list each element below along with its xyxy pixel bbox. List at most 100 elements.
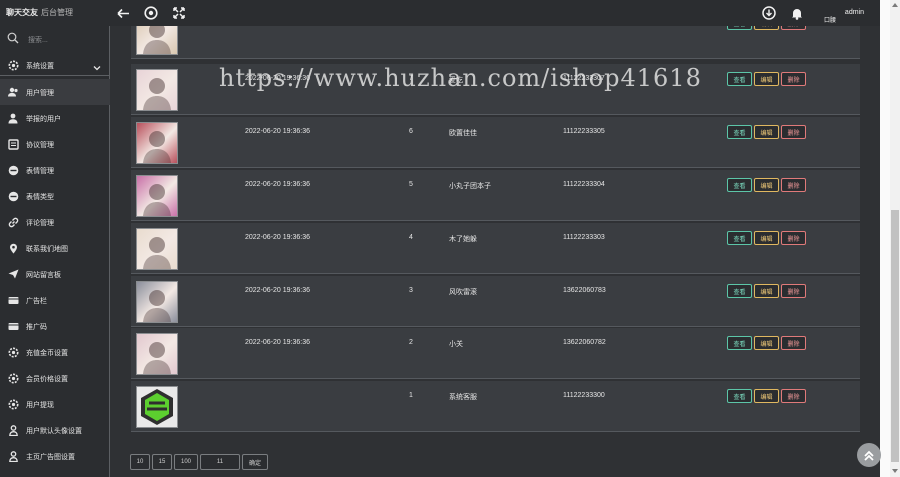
edit-button[interactable]: 编辑 — [754, 72, 779, 86]
user-phone: 13622060782 — [563, 339, 606, 346]
scroll-down-icon[interactable] — [892, 469, 898, 473]
sidebar-item-7[interactable]: 联系我们地图 — [0, 235, 110, 261]
sidebar-item-12[interactable]: 会员价格设置 — [0, 365, 110, 391]
gear-icon — [7, 398, 19, 410]
sidebar-item-14[interactable]: 用户默认头像设置 — [0, 417, 110, 443]
chevron-down-icon — [93, 59, 101, 77]
page-size-100[interactable]: 100 — [174, 454, 198, 470]
edit-button[interactable]: 编辑 — [754, 231, 779, 245]
sidebar-item-15[interactable]: 主页广告图设置 — [0, 443, 110, 469]
gear-icon — [7, 59, 19, 71]
sidebar-item-10[interactable]: 推广码 — [0, 313, 110, 339]
table-row: 1 系统客服 11122233300 查看 编辑 删除 — [131, 381, 860, 432]
avatar[interactable] — [136, 26, 178, 55]
page-size-10[interactable]: 10 — [130, 454, 150, 470]
view-button[interactable]: 查看 — [727, 231, 752, 245]
sidebar-item-label: 网站留言板 — [26, 272, 61, 279]
brand: 聊天交友 后台管理 — [6, 7, 73, 18]
sidebar-item-3[interactable]: 协议管理 — [0, 131, 110, 157]
table-row: 2022-06-20 19:36:36 2 小关 13622060782 查看 编辑 删除 — [131, 328, 860, 379]
view-button[interactable]: 查看 — [727, 336, 752, 350]
page-input[interactable]: 11 — [200, 454, 240, 470]
edit-button[interactable]: 编辑 — [754, 284, 779, 298]
brand-title: 聊天交友 — [6, 8, 38, 17]
sidebar-search[interactable]: 搜索... — [0, 26, 110, 51]
sidebar-item-label: 表情类型 — [26, 194, 54, 201]
delete-button[interactable]: 删除 — [781, 26, 806, 30]
sidebar-item-2[interactable]: 举报的用户 — [0, 105, 110, 131]
delete-button[interactable]: 删除 — [781, 125, 806, 139]
avatar[interactable] — [136, 69, 178, 111]
back-icon[interactable] — [114, 4, 132, 22]
download-icon[interactable] — [760, 4, 778, 22]
sidebar-item-5[interactable]: 表情类型 — [0, 183, 110, 209]
smile-icon — [7, 164, 19, 176]
delete-button[interactable]: 删除 — [781, 231, 806, 245]
back-to-top-button[interactable] — [857, 443, 881, 467]
delete-button[interactable]: 删除 — [781, 389, 806, 403]
sidebar-item-6[interactable]: 评论管理 — [0, 209, 110, 235]
user-phone: 11122233303 — [563, 234, 605, 241]
sidebar-item-13[interactable]: 用户提现 — [0, 391, 110, 417]
sidebar: 搜索... 系统设置 用户管理举报的用户协议管理 表情管理表情类型评论管理 联系我们… — [0, 26, 110, 477]
avatar-label[interactable]: 口腰 — [824, 15, 836, 24]
table-row: 2022-06-20 19:36:36 4 木了她躲 11122233303 查看 编辑删… — [131, 223, 860, 274]
view-button[interactable]: 查看 — [727, 284, 752, 298]
edit-button[interactable]: 编辑 — [754, 336, 779, 350]
avatar[interactable] — [136, 386, 178, 428]
sidebar-item-4[interactable]: 表情管理 — [0, 157, 110, 183]
sidebar-item-9[interactable]: 广告栏 — [0, 287, 110, 313]
sidebar-item-8[interactable]: 网站留言板 — [0, 261, 110, 287]
go-button[interactable]: 确定 — [242, 454, 268, 470]
admin-user[interactable]: admin — [845, 9, 864, 16]
view-button[interactable]: 查看 — [727, 72, 752, 86]
user-id: 5 — [409, 181, 413, 188]
fullscreen-icon[interactable] — [170, 4, 188, 22]
gear-icon — [7, 372, 19, 384]
user-nickname: 风吹雷滚 — [449, 289, 477, 296]
view-button[interactable]: 查看 — [727, 125, 752, 139]
sidebar-item-label: 举报的用户 — [26, 116, 61, 123]
sidebar-item-11[interactable]: 充值金币设置 — [0, 339, 110, 365]
avatar[interactable] — [136, 122, 178, 164]
user-phone: 11122233305 — [563, 128, 605, 135]
view-button[interactable]: 查看 — [727, 389, 752, 403]
avatar[interactable] — [136, 333, 178, 375]
page-size-15[interactable]: 15 — [152, 454, 172, 470]
avatar[interactable] — [136, 281, 178, 323]
brand-subtitle: 后台管理 — [41, 8, 73, 17]
user-id: 6 — [409, 128, 413, 135]
avatar[interactable] — [136, 228, 178, 270]
refresh-icon[interactable] — [142, 4, 160, 22]
document-icon — [7, 138, 19, 150]
search-icon — [7, 32, 19, 44]
edit-button[interactable]: 编辑 — [754, 26, 779, 30]
sidebar-item-label: 充值金币设置 — [26, 350, 68, 357]
users-icon — [7, 86, 19, 98]
map-pin-icon — [7, 242, 19, 254]
scroll-up-icon[interactable] — [892, 3, 898, 7]
view-button[interactable]: 查看 — [727, 178, 752, 192]
delete-button[interactable]: 删除 — [781, 284, 806, 298]
edit-button[interactable]: 编辑 — [754, 125, 779, 139]
user-id: 1 — [409, 392, 413, 399]
edit-button[interactable]: 编辑 — [754, 389, 779, 403]
edit-button[interactable]: 编辑 — [754, 178, 779, 192]
delete-button[interactable]: 删除 — [781, 72, 806, 86]
scrollbar[interactable] — [890, 0, 900, 477]
sidebar-item-label: 用户管理 — [26, 90, 54, 97]
sidebar-item-1[interactable]: 用户管理 — [0, 79, 110, 105]
delete-button[interactable]: 删除 — [781, 336, 806, 350]
user-nickname: 小丸子团本子 — [449, 183, 491, 190]
user-report-icon — [7, 112, 19, 124]
send-icon — [7, 268, 19, 280]
view-button[interactable]: 查看 — [727, 26, 752, 30]
system-settings-label: 系统设置 — [26, 63, 54, 70]
created-date: 2022-06-20 19:36:36 — [245, 181, 310, 188]
bell-icon[interactable] — [788, 4, 806, 22]
avatar[interactable] — [136, 175, 178, 217]
scrollbar-thumb[interactable] — [891, 210, 899, 462]
system-settings-menu[interactable]: 系统设置 — [0, 53, 110, 76]
user-id: 3 — [409, 287, 413, 294]
delete-button[interactable]: 删除 — [781, 178, 806, 192]
